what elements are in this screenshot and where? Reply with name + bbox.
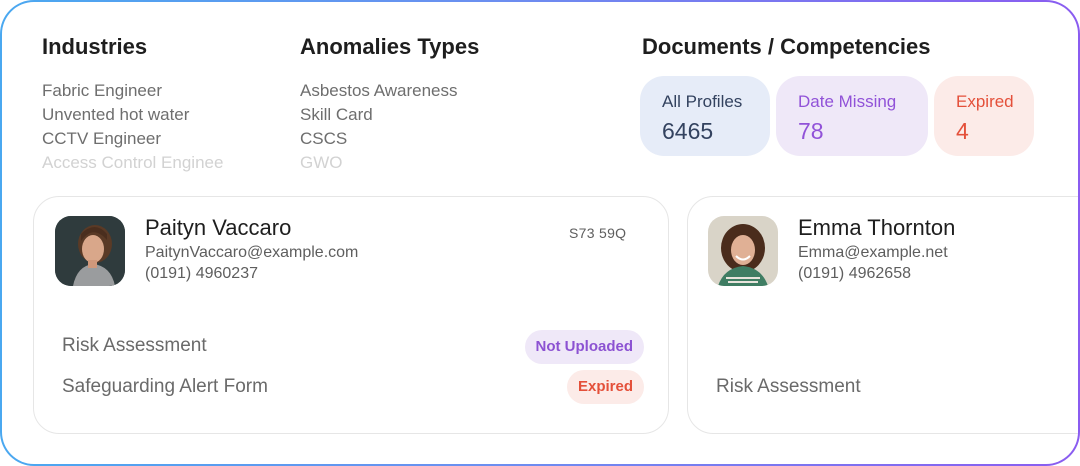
- profile-phone[interactable]: (0191) 4960237: [145, 265, 258, 283]
- profile-name: Paityn Vaccaro: [145, 215, 292, 240]
- stat-label: Date Missing: [798, 92, 897, 111]
- industries-list: Fabric Engineer Unvented hot water CCTV …: [42, 79, 223, 175]
- industry-item[interactable]: CCTV Engineer: [42, 127, 223, 151]
- anomaly-item[interactable]: Skill Card: [300, 103, 458, 127]
- stat-expired[interactable]: Expired 4: [934, 76, 1034, 156]
- anomaly-item[interactable]: CSCS: [300, 127, 458, 151]
- anomaly-item[interactable]: GWO: [300, 151, 458, 175]
- stat-value: 78: [798, 118, 824, 144]
- stat-date-missing[interactable]: Date Missing 78: [776, 76, 928, 156]
- profile-email[interactable]: PaitynVaccaro@example.com: [145, 244, 358, 262]
- stat-label: Expired: [956, 92, 1014, 111]
- panel: Industries Fabric Engineer Unvented hot …: [2, 2, 1078, 464]
- document-label: Risk Assessment: [716, 376, 861, 397]
- industry-item[interactable]: Access Control Enginee: [42, 151, 223, 175]
- profile-card[interactable]: Emma Thornton Emma@example.net (0191) 49…: [687, 196, 1078, 434]
- industry-item[interactable]: Unvented hot water: [42, 103, 223, 127]
- stat-value: 6465: [662, 118, 714, 144]
- panel-frame: Industries Fabric Engineer Unvented hot …: [0, 0, 1080, 466]
- avatar: [708, 216, 778, 286]
- document-label: Safeguarding Alert Form: [62, 376, 268, 397]
- avatar: [55, 216, 125, 286]
- profile-card[interactable]: Paityn Vaccaro PaitynVaccaro@example.com…: [33, 196, 669, 434]
- document-label: Risk Assessment: [62, 335, 207, 356]
- profile-postcode: S73 59Q: [569, 225, 627, 241]
- profile-phone[interactable]: (0191) 4962658: [798, 265, 911, 283]
- anomalies-list: Asbestos Awareness Skill Card CSCS GWO: [300, 79, 458, 175]
- documents-title: Documents / Competencies: [642, 34, 931, 59]
- status-badge: Expired: [566, 370, 644, 404]
- industries-title: Industries: [42, 34, 148, 59]
- stat-all-profiles[interactable]: All Profiles 6465: [640, 76, 770, 156]
- stat-label: All Profiles: [662, 92, 743, 111]
- profile-email[interactable]: Emma@example.net: [798, 244, 948, 262]
- anomalies-title: Anomalies Types: [300, 34, 480, 59]
- stat-value: 4: [956, 118, 969, 144]
- industry-item[interactable]: Fabric Engineer: [42, 79, 223, 103]
- anomaly-item[interactable]: Asbestos Awareness: [300, 79, 458, 103]
- status-badge: Not Uploaded: [524, 330, 644, 364]
- profile-name: Emma Thornton: [798, 215, 956, 240]
